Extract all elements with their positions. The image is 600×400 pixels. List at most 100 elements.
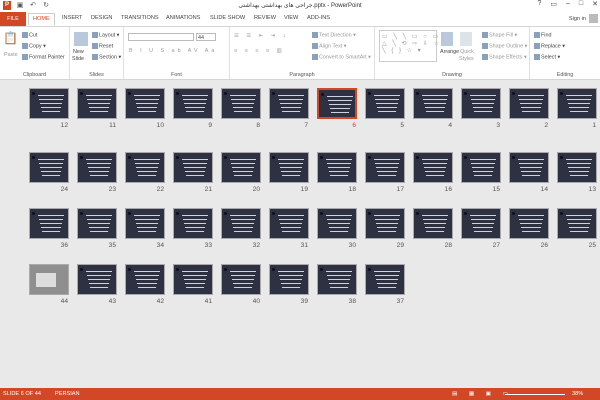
arrange-button[interactable]: Arrange: [440, 49, 459, 55]
slide-thumbnail[interactable]: [221, 152, 261, 183]
slide-thumbnail[interactable]: [29, 264, 69, 295]
quick-styles-icon[interactable]: [460, 32, 472, 46]
slide-thumbnail[interactable]: [125, 208, 165, 239]
align-text-button[interactable]: Align Text ▾: [312, 43, 347, 49]
slide-thumbnail[interactable]: [269, 264, 309, 295]
slide-thumbnail[interactable]: [125, 152, 165, 183]
slide-thumbnail[interactable]: [365, 208, 405, 239]
slide-thumbnail[interactable]: [557, 208, 597, 239]
paste-icon[interactable]: 📋: [3, 31, 18, 45]
avatar[interactable]: [589, 14, 598, 23]
slide-thumbnail[interactable]: [557, 152, 597, 183]
slide-thumbnail[interactable]: [173, 88, 213, 119]
list-buttons[interactable]: ☰ ☰ ⇤ ⇥ ↕: [234, 33, 288, 39]
quick-styles-button[interactable]: Quick: [460, 49, 474, 55]
align-buttons[interactable]: ≡ ≡ ≡ ≡ ▥: [234, 48, 285, 54]
font-name-box[interactable]: [128, 33, 194, 41]
tab-design[interactable]: DESIGN: [91, 15, 112, 21]
slide-thumbnail[interactable]: [173, 264, 213, 295]
ribbon-display-button[interactable]: ▭: [550, 0, 557, 8]
replace-button[interactable]: Replace ▾: [534, 43, 565, 49]
new-slide-button-line2[interactable]: Slide: [72, 56, 84, 62]
slide-thumbnail[interactable]: [413, 152, 453, 183]
slide-thumbnail[interactable]: [29, 152, 69, 183]
new-slide-icon[interactable]: [74, 32, 88, 46]
layout-button[interactable]: Layout ▾: [92, 32, 119, 38]
cut-button[interactable]: Cut: [22, 32, 37, 38]
tab-transitions[interactable]: TRANSITIONS: [121, 15, 159, 21]
tab-insert[interactable]: INSERT: [62, 15, 82, 21]
slide-thumbnail[interactable]: [365, 88, 405, 119]
shape-outline-button[interactable]: Shape Outline ▾: [482, 43, 527, 49]
zoom-level[interactable]: 38%: [572, 391, 583, 397]
help-button[interactable]: ?: [537, 0, 541, 8]
tab-review[interactable]: REVIEW: [254, 15, 276, 21]
slide-thumbnail[interactable]: [173, 152, 213, 183]
font-size-box[interactable]: 44: [196, 33, 216, 41]
maximize-button[interactable]: □: [579, 0, 583, 8]
slide-thumbnail[interactable]: [317, 152, 357, 183]
slide-thumbnail[interactable]: [269, 208, 309, 239]
slide-thumbnail[interactable]: [413, 208, 453, 239]
shapes-gallery[interactable]: ▭ ╲ ╲ ▭ ○ ▭ △ ╲ ⟲ ⇨ ⇩ ☆ ╲ { } ☆ ▾: [379, 30, 439, 62]
slide-text-line: [568, 167, 590, 168]
text-direction-button[interactable]: Text Direction ▾: [312, 32, 356, 38]
find-button[interactable]: Find: [534, 32, 552, 38]
shape-fill-button[interactable]: Shape Fill ▾: [482, 32, 517, 38]
format-painter-button[interactable]: Format Painter: [22, 54, 65, 60]
slide-thumbnail[interactable]: [365, 152, 405, 183]
copy-button[interactable]: Copy ▾: [22, 43, 46, 49]
tab-slide-show[interactable]: SLIDE SHOW: [210, 15, 245, 21]
view-buttons[interactable]: ▤ ▦ ▣ ▭: [452, 391, 513, 397]
slide-thumbnail[interactable]: [221, 264, 261, 295]
language-indicator[interactable]: PERSIAN: [55, 391, 80, 397]
slide-thumbnail[interactable]: [413, 88, 453, 119]
arrange-icon[interactable]: [441, 32, 453, 46]
font-group: 44 B I U S ab AV Aa Font: [124, 27, 230, 79]
font-format-buttons[interactable]: B I U S ab AV Aa: [129, 48, 217, 54]
slide-thumbnail[interactable]: [221, 208, 261, 239]
sign-in-link[interactable]: Sign in: [569, 16, 586, 22]
slide-thumbnail[interactable]: [461, 88, 501, 119]
slide-thumbnail[interactable]: [461, 152, 501, 183]
slide-thumbnail[interactable]: [29, 88, 69, 119]
minimize-button[interactable]: –: [566, 0, 570, 8]
shape-effects-button[interactable]: Shape Effects ▾: [482, 54, 527, 60]
tab-home[interactable]: HOME: [28, 13, 55, 25]
zoom-slider[interactable]: [505, 394, 565, 395]
convert-smartart-button[interactable]: Convert to SmartArt ▾: [312, 54, 371, 60]
slide-thumbnail[interactable]: [317, 264, 357, 295]
slide-thumbnail[interactable]: [125, 88, 165, 119]
slide-thumbnail[interactable]: [365, 264, 405, 295]
slide-thumbnail[interactable]: [221, 88, 261, 119]
reset-button[interactable]: Reset: [92, 43, 113, 49]
slide-thumbnail[interactable]: [461, 208, 501, 239]
slide-thumbnail[interactable]: [509, 88, 549, 119]
tab-animations[interactable]: ANIMATIONS: [166, 15, 200, 21]
slide-thumbnail[interactable]: [317, 88, 357, 119]
slide-thumbnail[interactable]: [77, 88, 117, 119]
slide-thumbnail[interactable]: [557, 88, 597, 119]
slide-thumbnail[interactable]: [269, 88, 309, 119]
tab-add-ins[interactable]: ADD-INS: [307, 15, 330, 21]
slide-thumbnail[interactable]: [173, 208, 213, 239]
new-slide-button[interactable]: New: [73, 49, 84, 55]
slide-number: 10: [156, 122, 164, 129]
slide-thumbnail[interactable]: [509, 208, 549, 239]
slide-thumbnail[interactable]: [29, 208, 69, 239]
select-button[interactable]: Select ▾: [534, 54, 560, 60]
tab-file[interactable]: FILE: [0, 12, 26, 26]
tab-view[interactable]: VIEW: [284, 15, 298, 21]
quick-styles-button-line2[interactable]: Styles: [459, 56, 474, 62]
slide-thumbnail[interactable]: [509, 152, 549, 183]
section-button[interactable]: Section ▾: [92, 54, 121, 60]
slide-thumbnail[interactable]: [77, 152, 117, 183]
slide-thumbnail[interactable]: [77, 208, 117, 239]
slide-logo-icon: [416, 92, 419, 95]
slide-thumbnail[interactable]: [77, 264, 117, 295]
slide-thumbnail[interactable]: [269, 152, 309, 183]
slide-thumbnail[interactable]: [125, 264, 165, 295]
paste-button[interactable]: Paste: [4, 52, 18, 58]
close-button[interactable]: ✕: [592, 0, 598, 8]
slide-thumbnail[interactable]: [317, 208, 357, 239]
